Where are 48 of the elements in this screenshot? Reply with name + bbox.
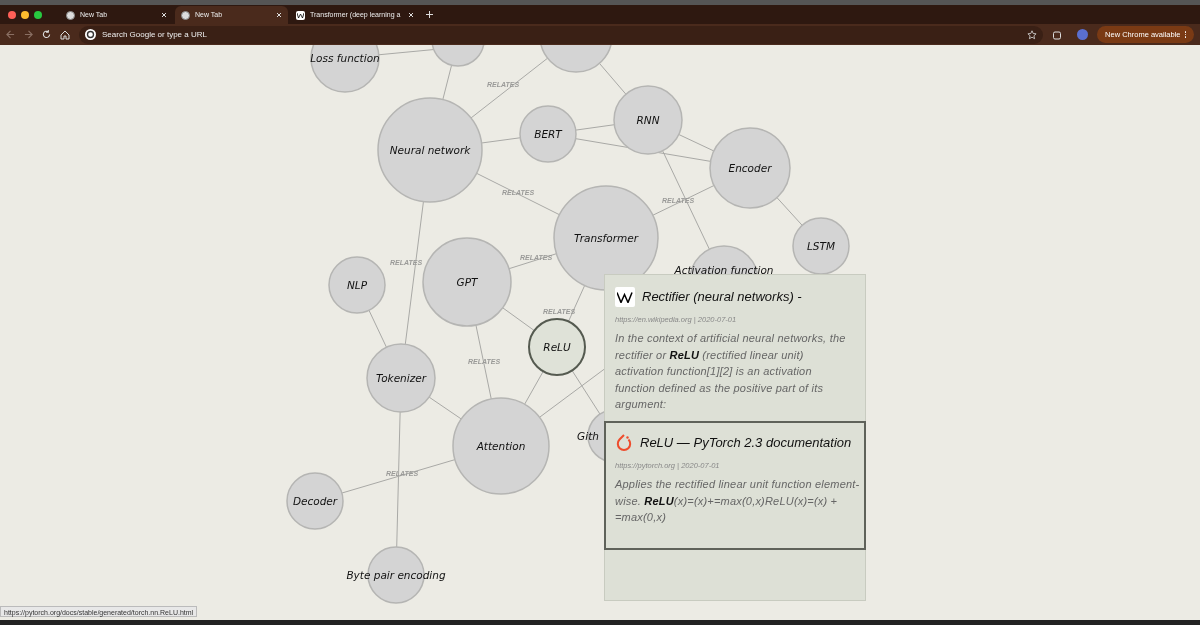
result-snippet: Applies the rectified linear unit function element-wise. ReLU(x)=(x)+=max(0,x)ReLU(x)=(x) + =max(0,x) bbox=[615, 477, 860, 525]
edge-line bbox=[575, 124, 615, 131]
flame-ring-icon bbox=[615, 432, 633, 453]
globe-icon bbox=[181, 10, 190, 20]
edge-line bbox=[598, 62, 627, 95]
globe-icon bbox=[66, 10, 75, 20]
edge-line bbox=[428, 396, 462, 420]
graph-node[interactable] bbox=[539, 45, 613, 73]
graph-node[interactable]: NLP bbox=[328, 256, 386, 314]
graph-node[interactable]: Tokenizer bbox=[366, 343, 436, 413]
edge-line bbox=[508, 253, 557, 270]
minimize-window-button[interactable] bbox=[21, 10, 29, 19]
graph-node[interactable]: Neural network bbox=[377, 97, 483, 203]
address-bar[interactable]: Search Google or type a URL bbox=[79, 25, 1044, 44]
graph-node[interactable]: ReLU bbox=[528, 318, 586, 376]
graph-node[interactable]: Transformer bbox=[553, 185, 659, 291]
edge-line bbox=[481, 137, 521, 144]
edge-line bbox=[442, 64, 453, 101]
zoom-window-button[interactable] bbox=[34, 10, 42, 19]
graph-node[interactable]: Encoder bbox=[709, 127, 791, 209]
new-tab-icon[interactable] bbox=[426, 11, 433, 18]
profile-avatar[interactable] bbox=[1077, 29, 1089, 40]
forward-icon[interactable] bbox=[24, 30, 33, 39]
close-window-button[interactable] bbox=[8, 10, 16, 19]
graph-node[interactable]: RNN bbox=[613, 85, 683, 155]
result-title[interactable]: ReLU — PyTorch 2.3 documentation bbox=[640, 433, 852, 453]
edge-line bbox=[502, 307, 535, 332]
graph-node[interactable] bbox=[431, 45, 485, 67]
address-field[interactable]: Search Google or type a URL bbox=[102, 28, 402, 41]
result-snippet: In the context of artificial neural networks, the rectifier or ReLU (rectified linear unit) activation function[1][2] is an activation function defined as the positive part of its argument: bbox=[615, 331, 847, 413]
graph-node[interactable]: Decoder bbox=[286, 472, 344, 530]
wikipedia-icon bbox=[296, 10, 305, 20]
edge-line bbox=[776, 197, 803, 226]
graph-node[interactable]: Loss function bbox=[310, 45, 380, 93]
home-icon[interactable] bbox=[60, 29, 70, 40]
graph-node[interactable]: Attention bbox=[452, 397, 550, 495]
graph-node[interactable]: LSTM bbox=[792, 217, 850, 275]
graph-node[interactable]: GPT bbox=[422, 237, 512, 327]
extensions-icon[interactable] bbox=[1052, 29, 1063, 40]
close-tab-icon[interactable] bbox=[161, 12, 167, 18]
graph-node[interactable]: BERT bbox=[519, 105, 577, 163]
close-tab-icon[interactable] bbox=[276, 12, 282, 18]
close-tab-icon[interactable] bbox=[408, 12, 414, 18]
reload-icon[interactable] bbox=[42, 30, 51, 39]
edge-line bbox=[368, 309, 387, 348]
wikipedia-icon bbox=[615, 287, 635, 307]
back-icon[interactable] bbox=[6, 30, 15, 39]
bookmark-star-icon[interactable] bbox=[1027, 29, 1038, 40]
